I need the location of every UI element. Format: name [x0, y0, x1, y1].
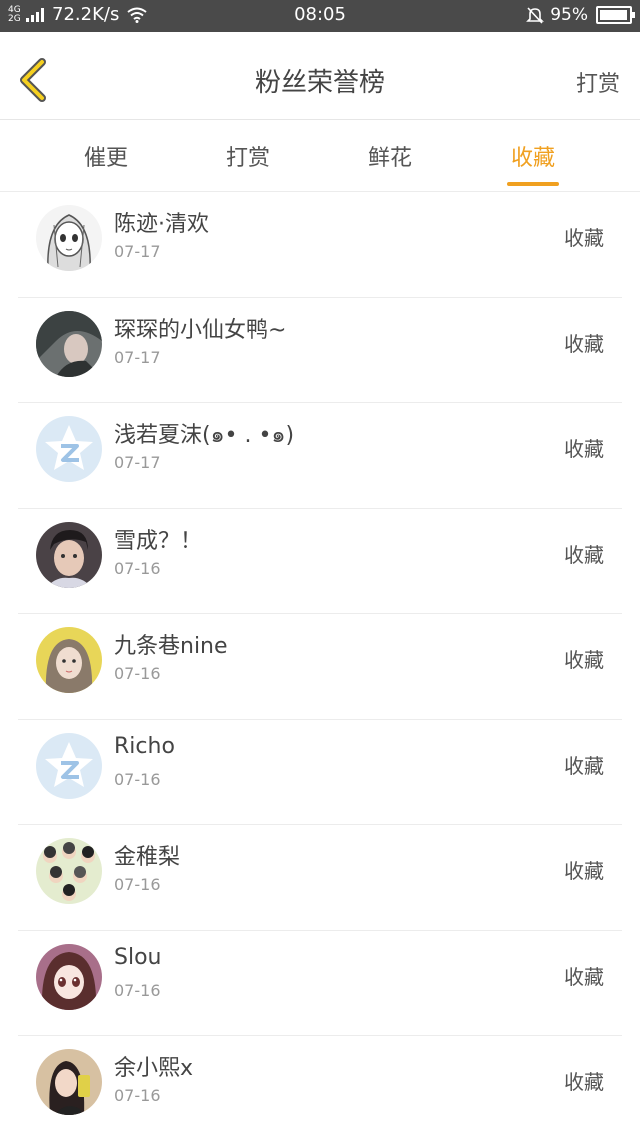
list-item[interactable]: 金稚梨 07-16 收藏: [18, 825, 622, 931]
date-label: 07-16: [114, 980, 161, 1000]
app-header: 粉丝荣誉榜 打赏: [0, 32, 640, 120]
list-item[interactable]: Slou 07-16 收藏: [18, 931, 622, 1036]
favorite-label: 收藏: [564, 859, 604, 883]
date-label: 07-16: [114, 875, 161, 894]
reward-button[interactable]: 打赏: [576, 66, 620, 98]
fan-list: 陈迹·清欢 07-17 收藏 琛琛的小仙女鸭~ 07-17 收藏 浅若夏沫(๑• . •๑)…: [0, 192, 640, 1138]
user-name: 九条巷nine: [114, 634, 228, 659]
list-item[interactable]: 浅若夏沫(๑• . •๑) 07-17 收藏: [18, 403, 622, 509]
date-label: 07-17: [114, 453, 161, 472]
date-label: 07-16: [114, 769, 161, 789]
list-item[interactable]: Richo 07-16 收藏: [18, 720, 622, 825]
favorite-label: 收藏: [564, 964, 604, 989]
tab-bar: 催更 打赏 鲜花 收藏: [0, 120, 640, 192]
favorite-label: 收藏: [564, 1070, 604, 1094]
user-name: 金稚梨: [114, 845, 181, 870]
battery-fill: [600, 10, 627, 20]
favorite-label: 收藏: [564, 437, 604, 461]
user-name: 余小熙x: [114, 1056, 194, 1081]
avatar[interactable]: [36, 1049, 102, 1115]
favorite-label: 收藏: [564, 542, 604, 567]
avatar[interactable]: [36, 416, 102, 482]
date-label: 07-16: [114, 558, 161, 578]
battery-icon: [596, 6, 635, 24]
tab-reward[interactable]: 打赏: [198, 140, 298, 172]
user-name: 浅若夏沫(๑• . •๑): [114, 423, 295, 448]
tab-favorites[interactable]: 收藏: [483, 140, 583, 172]
tab-flowers[interactable]: 鲜花: [340, 140, 440, 172]
user-name: 琛琛的小仙女鸭~: [114, 317, 287, 343]
avatar[interactable]: [36, 838, 102, 904]
list-item[interactable]: 余小熙x 07-16 收藏: [18, 1036, 622, 1138]
avatar[interactable]: [36, 943, 102, 1010]
avatar[interactable]: [36, 205, 102, 271]
avatar[interactable]: [36, 521, 102, 588]
favorite-label: 收藏: [564, 648, 604, 672]
list-item[interactable]: 九条巷nine 07-16 收藏: [18, 614, 622, 720]
list-item[interactable]: 陈迹·清欢 07-17 收藏: [18, 192, 622, 298]
date-label: 07-17: [114, 347, 161, 367]
tab-urge-update[interactable]: 催更: [56, 140, 156, 172]
date-label: 07-16: [114, 1086, 161, 1105]
date-label: 07-17: [114, 242, 161, 261]
user-name: Slou: [114, 944, 162, 970]
avatar[interactable]: [36, 310, 102, 377]
date-label: 07-16: [114, 664, 161, 683]
user-name: 雪成？！: [114, 528, 203, 554]
bell-muted-icon: [526, 7, 545, 24]
user-name: 陈迹·清欢: [114, 212, 209, 237]
page-title: 粉丝荣誉榜: [254, 68, 385, 98]
battery-percent: 95%: [550, 5, 588, 25]
active-tab-indicator: [507, 182, 559, 186]
avatar[interactable]: [36, 627, 102, 693]
favorite-label: 收藏: [564, 331, 604, 356]
list-item[interactable]: 琛琛的小仙女鸭~ 07-17 收藏: [18, 298, 622, 403]
list-item[interactable]: 雪成？！ 07-16 收藏: [18, 509, 622, 614]
favorite-label: 收藏: [564, 226, 604, 250]
favorite-label: 收藏: [564, 753, 604, 778]
status-bar: 4G 2G 72.2K/s 08:05 95%: [0, 0, 640, 32]
avatar[interactable]: [36, 732, 102, 799]
user-name: Richo: [114, 733, 175, 759]
